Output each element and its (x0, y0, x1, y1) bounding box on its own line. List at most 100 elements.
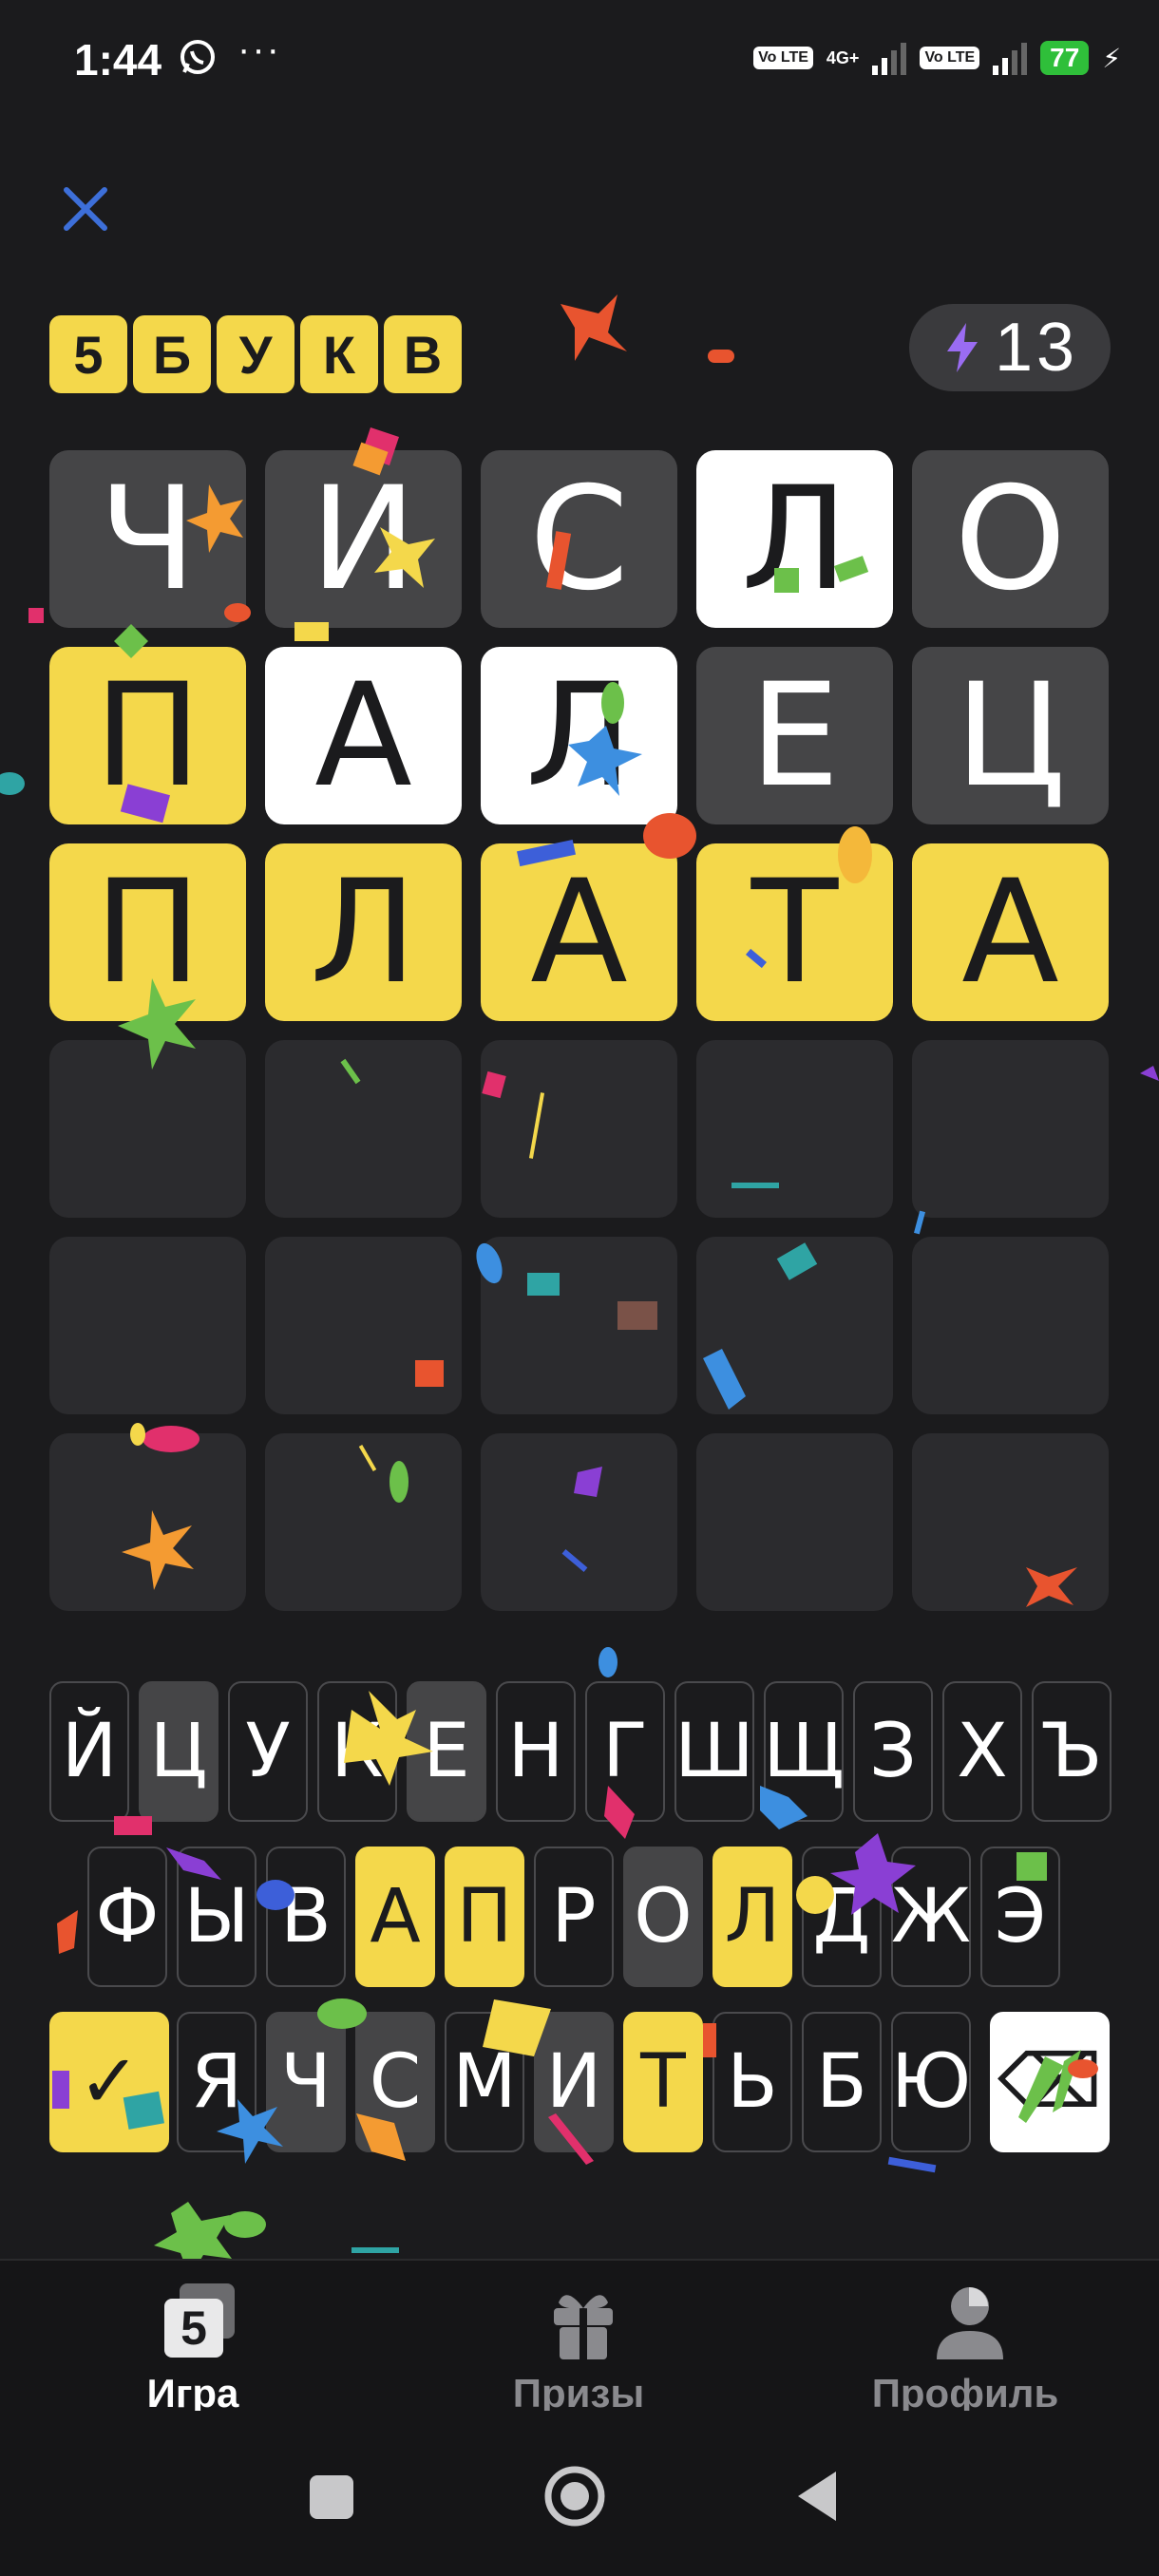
key[interactable]: С (355, 2012, 435, 2152)
key[interactable]: Я (177, 2012, 256, 2152)
title-letter: 5 (49, 315, 127, 393)
back-triangle-icon[interactable] (781, 2458, 857, 2534)
key[interactable]: Ь (712, 2012, 792, 2152)
board-cell (481, 1237, 677, 1414)
lightning-icon (946, 323, 978, 372)
whatsapp-icon (180, 40, 215, 74)
board-cell: Л (481, 647, 677, 824)
key[interactable]: Й (49, 1681, 129, 1822)
status-time: 1:44 (74, 35, 162, 85)
key[interactable]: Т (623, 2012, 703, 2152)
game-board: ЧИСЛОПАЛЕЦПЛАТА (49, 450, 1110, 1630)
key[interactable]: Ю (891, 2012, 971, 2152)
nav-label-game: Игра (146, 2371, 239, 2415)
key[interactable]: Ф (87, 1847, 167, 1987)
key[interactable]: Л (712, 1847, 792, 1987)
keyboard: ЙЦУКЕНГШЩЗХЪ ФЫВАПРОЛДЖЭ ✓ Я Ч С М И Т Ь Б Ю ⌫ (0, 1681, 1159, 2177)
nav-tab-profile[interactable]: Профиль (823, 2280, 1108, 2415)
board-cell (912, 1433, 1109, 1611)
board-cell (696, 1040, 893, 1218)
key[interactable]: Г (585, 1681, 665, 1822)
bottom-nav: 5 Игра Призы Профиль (0, 2259, 1159, 2415)
board-row (49, 1237, 1110, 1414)
board-row (49, 1040, 1110, 1218)
board-row: ЧИСЛО (49, 450, 1110, 628)
signal-icon (872, 41, 907, 75)
title-letter: Б (133, 315, 211, 393)
board-cell (49, 1433, 246, 1611)
key[interactable]: Д (802, 1847, 882, 1987)
board-cell: С (481, 450, 677, 628)
board-cell (912, 1040, 1109, 1218)
key[interactable]: Р (534, 1847, 614, 1987)
signal-icon-2 (993, 41, 1028, 75)
board-row (49, 1433, 1110, 1611)
backspace-key[interactable]: ⌫ (990, 2012, 1110, 2152)
board-row: ПАЛЕЦ (49, 647, 1110, 824)
board-cell: А (481, 843, 677, 1021)
board-cell: И (265, 450, 462, 628)
system-nav-bar (0, 2411, 1159, 2576)
board-cell (696, 1433, 893, 1611)
close-icon[interactable] (57, 180, 114, 237)
key[interactable]: У (228, 1681, 308, 1822)
nav-tab-prizes[interactable]: Призы (436, 2280, 721, 2415)
key[interactable]: Ш (674, 1681, 754, 1822)
game-title-badge: 5 Б У К В (49, 315, 462, 393)
board-cell (481, 1040, 677, 1218)
key[interactable]: Х (942, 1681, 1022, 1822)
keyboard-row-2: ФЫВАПРОЛДЖЭ (0, 1847, 1159, 1989)
submit-key[interactable]: ✓ (49, 2012, 169, 2152)
board-cell: Л (265, 843, 462, 1021)
board-cell: Ц (912, 647, 1109, 824)
keyboard-row-3: ✓ Я Ч С М И Т Ь Б Ю ⌫ (0, 2012, 1159, 2154)
board-cell: П (49, 843, 246, 1021)
key[interactable]: П (445, 1847, 524, 1987)
nav-tab-game[interactable]: 5 Игра (50, 2280, 335, 2415)
board-cell: Е (696, 647, 893, 824)
key[interactable]: З (853, 1681, 933, 1822)
title-letter: У (217, 315, 294, 393)
key[interactable]: Э (980, 1847, 1060, 1987)
charging-bolt-icon: ⚡ (1102, 43, 1121, 73)
board-cell: А (912, 843, 1109, 1021)
board-cell (49, 1040, 246, 1218)
board-cell: П (49, 647, 246, 824)
status-bar: 1:44 ··· Vo LTE 4G+ Vo LTE 77 ⚡ (0, 0, 1159, 114)
home-circle-icon[interactable] (537, 2458, 613, 2534)
key[interactable]: М (445, 2012, 524, 2152)
key[interactable]: Е (407, 1681, 486, 1822)
key[interactable]: Б (802, 2012, 882, 2152)
energy-counter[interactable]: 13 (909, 304, 1111, 391)
key[interactable]: Ж (891, 1847, 971, 1987)
key[interactable]: Ч (266, 2012, 346, 2152)
key[interactable]: И (534, 2012, 614, 2152)
recents-square-icon[interactable] (293, 2458, 369, 2534)
board-cell (265, 1237, 462, 1414)
key[interactable]: Н (496, 1681, 576, 1822)
title-letter: К (300, 315, 378, 393)
key[interactable]: Ъ (1032, 1681, 1112, 1822)
board-row: ПЛАТА (49, 843, 1110, 1021)
board-cell: О (912, 450, 1109, 628)
network-type: 4G+ (826, 47, 860, 67)
energy-count: 13 (994, 310, 1079, 386)
nav-label-profile: Профиль (871, 2371, 1059, 2415)
key[interactable]: Ц (139, 1681, 218, 1822)
gift-icon (554, 2295, 613, 2359)
volte-badge-2: Vo LTE (920, 47, 980, 69)
key[interactable]: Щ (763, 1681, 845, 1822)
status-more-dots: ··· (238, 28, 281, 70)
board-cell: Л (696, 450, 893, 628)
svg-text:5: 5 (180, 2301, 207, 2355)
battery-level: 77 (1040, 41, 1090, 75)
status-indicators: Vo LTE 4G+ Vo LTE 77 ⚡ (753, 34, 1121, 82)
key[interactable]: В (266, 1847, 346, 1987)
profile-icon (937, 2287, 1003, 2359)
board-cell: Ч (49, 450, 246, 628)
key[interactable]: К (317, 1681, 397, 1822)
key[interactable]: А (355, 1847, 435, 1987)
key[interactable]: О (623, 1847, 703, 1987)
key[interactable]: Ы (177, 1847, 256, 1987)
game-5-icon: 5 (164, 2283, 235, 2358)
